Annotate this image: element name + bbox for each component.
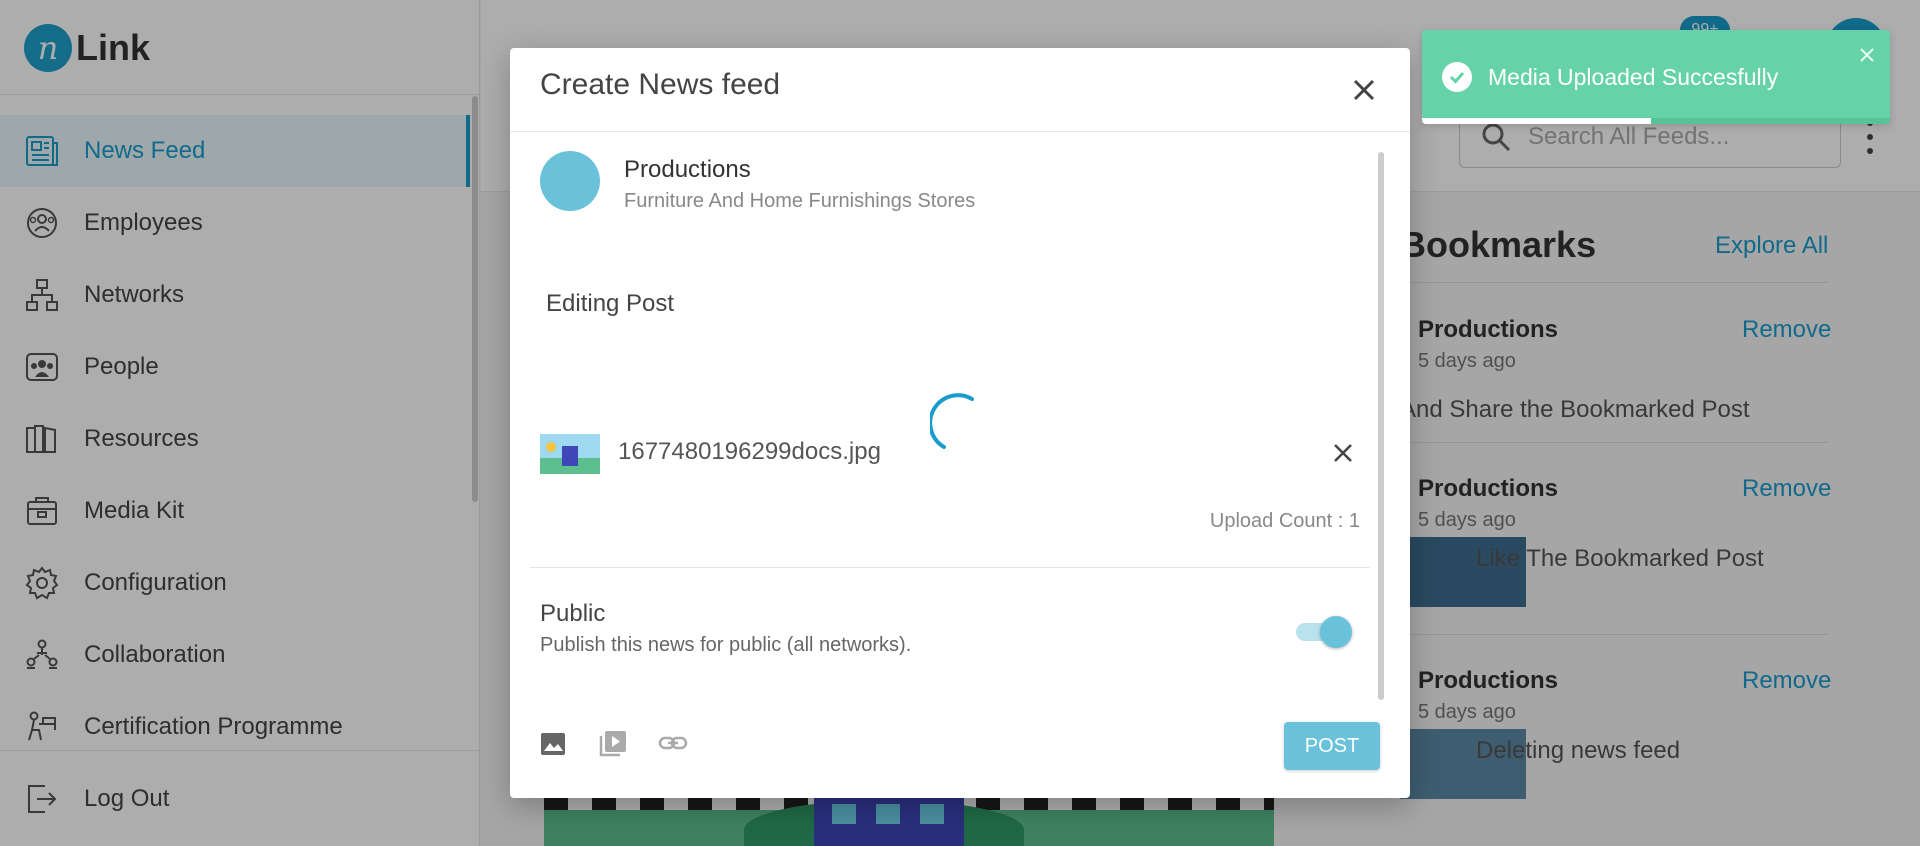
check-circle-icon [1442, 62, 1472, 92]
post-text-editor[interactable]: Editing Post [546, 290, 674, 318]
link-icon [658, 736, 688, 750]
public-description: Publish this news for public (all networ… [540, 634, 912, 656]
loading-spinner-icon [930, 393, 974, 449]
add-image-button[interactable] [536, 726, 570, 760]
dialog-scrollbar[interactable] [1378, 152, 1384, 700]
post-button[interactable]: POST [1284, 722, 1380, 770]
toast-close-button[interactable] [1856, 44, 1878, 66]
toast-progress-fill [1422, 118, 1652, 124]
upload-count: Upload Count : 1 [1209, 510, 1360, 532]
public-title: Public [540, 600, 606, 627]
file-thumbnail [540, 434, 600, 474]
close-icon [1334, 444, 1352, 462]
close-icon [1860, 48, 1874, 62]
divider [530, 567, 1370, 568]
add-video-button[interactable] [596, 726, 630, 760]
image-icon [541, 733, 565, 755]
dialog-header: Create News feed [510, 48, 1410, 132]
close-icon [1353, 79, 1375, 101]
success-toast: Media Uploaded Succesfully [1422, 30, 1890, 124]
author-name: Productions [624, 156, 751, 183]
file-name: 1677480196299docs.jpg [618, 438, 881, 465]
dialog-title: Create News feed [540, 68, 781, 101]
public-toggle[interactable] [1296, 614, 1352, 648]
add-link-button[interactable] [656, 726, 690, 760]
avatar [540, 151, 600, 211]
toast-progress-bar [1422, 118, 1890, 124]
author-subtitle: Furniture And Home Furnishings Stores [624, 190, 976, 212]
remove-file-button[interactable] [1328, 438, 1358, 468]
toast-message: Media Uploaded Succesfully [1488, 64, 1779, 90]
create-news-feed-dialog: Create News feed Productions Furniture A… [510, 48, 1410, 798]
video-icon [599, 731, 626, 757]
close-button[interactable] [1344, 70, 1384, 110]
